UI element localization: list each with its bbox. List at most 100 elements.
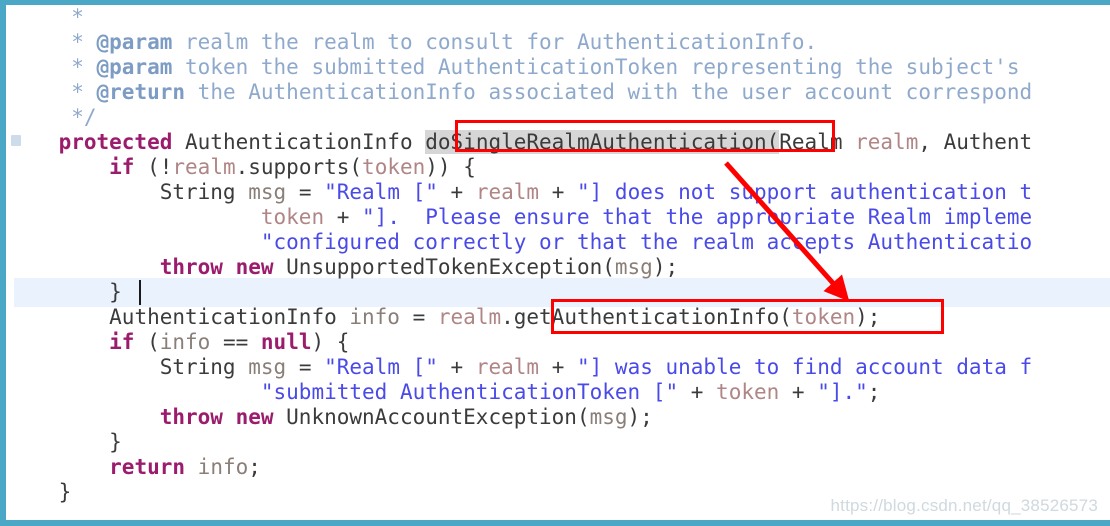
code-token: == — [210, 330, 261, 354]
code-token: doSingleRealmAuthentication( — [425, 130, 780, 154]
window-border-bottom — [0, 520, 1110, 526]
code-line[interactable]: protected AuthenticationInfo doSingleRea… — [8, 130, 1032, 155]
code-token: = — [399, 305, 438, 329]
code-token: info — [159, 330, 211, 354]
code-token: protected — [58, 130, 173, 154]
code-text[interactable]: * * @param realm the realm to consult fo… — [8, 5, 1033, 505]
code-token: token — [260, 205, 325, 229]
code-token: msg — [248, 355, 287, 379]
code-line[interactable]: AuthenticationInfo info = realm.getAuthe… — [8, 305, 1032, 330]
code-line[interactable]: * @return the AuthenticationInfo associa… — [8, 80, 1032, 105]
code-token: msg — [248, 180, 287, 204]
code-token: UnsupportedTokenException( — [273, 255, 615, 279]
code-token: + — [539, 355, 577, 379]
code-token: , Authent — [918, 130, 1033, 154]
code-line[interactable]: */ — [8, 105, 1032, 130]
code-token: "]." — [817, 380, 868, 404]
code-line[interactable]: return info; — [8, 455, 1032, 480]
code-token: + — [779, 380, 818, 404]
code-token: } — [58, 480, 72, 504]
code-token: = — [286, 180, 325, 204]
code-line[interactable]: * @param realm the realm to consult for … — [8, 30, 1032, 55]
code-token: ; — [248, 455, 261, 479]
code-token: @return — [96, 80, 186, 104]
code-token: "configured correctly or that the realm … — [260, 230, 1033, 254]
code-token: return — [109, 455, 186, 479]
code-token: "] was unable to find account data f — [577, 355, 1033, 379]
code-token: .supports( — [235, 155, 363, 179]
code-line[interactable]: if (!realm.supports(token)) { — [8, 155, 1032, 180]
code-token: = — [286, 355, 325, 379]
code-line[interactable]: String msg = "Realm [" + realm + "] does… — [8, 180, 1032, 205]
code-token: String — [159, 355, 249, 379]
code-token: + — [437, 180, 476, 204]
code-line[interactable]: if (info == null) { — [8, 330, 1032, 355]
code-line[interactable]: * — [8, 5, 1032, 30]
code-token: + — [539, 180, 577, 204]
code-line[interactable]: throw new UnsupportedTokenException(msg)… — [8, 255, 1032, 280]
code-token: */ — [71, 105, 97, 129]
code-token: String — [159, 180, 249, 204]
code-line[interactable]: token + "]. Please ensure that the appro… — [8, 205, 1032, 230]
code-token: "submitted AuthenticationToken [" — [260, 380, 679, 404]
code-token: + — [324, 205, 363, 229]
code-token: ); — [855, 305, 881, 329]
code-token: realm — [475, 355, 540, 379]
code-token: throw new — [159, 255, 274, 279]
code-line[interactable]: } — [8, 280, 1032, 305]
code-token: ); — [627, 405, 653, 429]
code-token: "Realm [" — [324, 355, 438, 379]
code-token: realm — [172, 155, 236, 179]
code-token: UnknownAccountException( — [273, 405, 590, 429]
code-token: "Realm [" — [324, 180, 438, 204]
code-token: (! — [134, 155, 173, 179]
code-token: * — [71, 5, 84, 29]
code-token: * — [71, 80, 97, 104]
code-token: } — [109, 280, 122, 304]
code-token: token — [716, 380, 780, 404]
code-editor[interactable]: * * @param realm the realm to consult fo… — [8, 5, 1110, 520]
code-token: ; — [867, 380, 881, 404]
code-token: @param — [96, 30, 173, 54]
code-token: AuthenticationInfo — [109, 305, 350, 329]
code-token: msg — [614, 255, 653, 279]
code-token: )) { — [425, 155, 476, 179]
code-line[interactable]: throw new UnknownAccountException(msg); — [8, 405, 1032, 430]
code-token: realm — [855, 130, 919, 154]
code-token: ) { — [311, 330, 350, 354]
code-line[interactable]: } — [8, 430, 1032, 455]
code-token: null — [260, 330, 312, 354]
code-token: AuthenticationInfo — [172, 130, 426, 154]
code-token: msg — [589, 405, 628, 429]
code-token: realm — [437, 305, 502, 329]
code-token: .getAuthenticationInfo( — [501, 305, 792, 329]
code-token: throw new — [159, 405, 274, 429]
code-token: Realm — [779, 130, 856, 154]
window-border-left — [0, 0, 6, 526]
watermark-url: https://blog.csdn.net/qq_38526573 — [830, 496, 1098, 515]
screenshot-root: * * @param realm the realm to consult fo… — [0, 0, 1110, 526]
code-line[interactable]: * @param token the submitted Authenticat… — [8, 55, 1032, 80]
code-line[interactable]: "submitted AuthenticationToken [" + toke… — [8, 380, 1032, 405]
code-token: * — [71, 30, 97, 54]
code-token: "]. Please ensure that the appropriate R… — [362, 205, 1033, 229]
code-token: realm the realm to consult for Authentic… — [172, 30, 818, 54]
code-token: + — [678, 380, 717, 404]
code-line[interactable]: "configured correctly or that the realm … — [8, 230, 1032, 255]
code-line[interactable]: String msg = "Realm [" + realm + "] was … — [8, 355, 1032, 380]
